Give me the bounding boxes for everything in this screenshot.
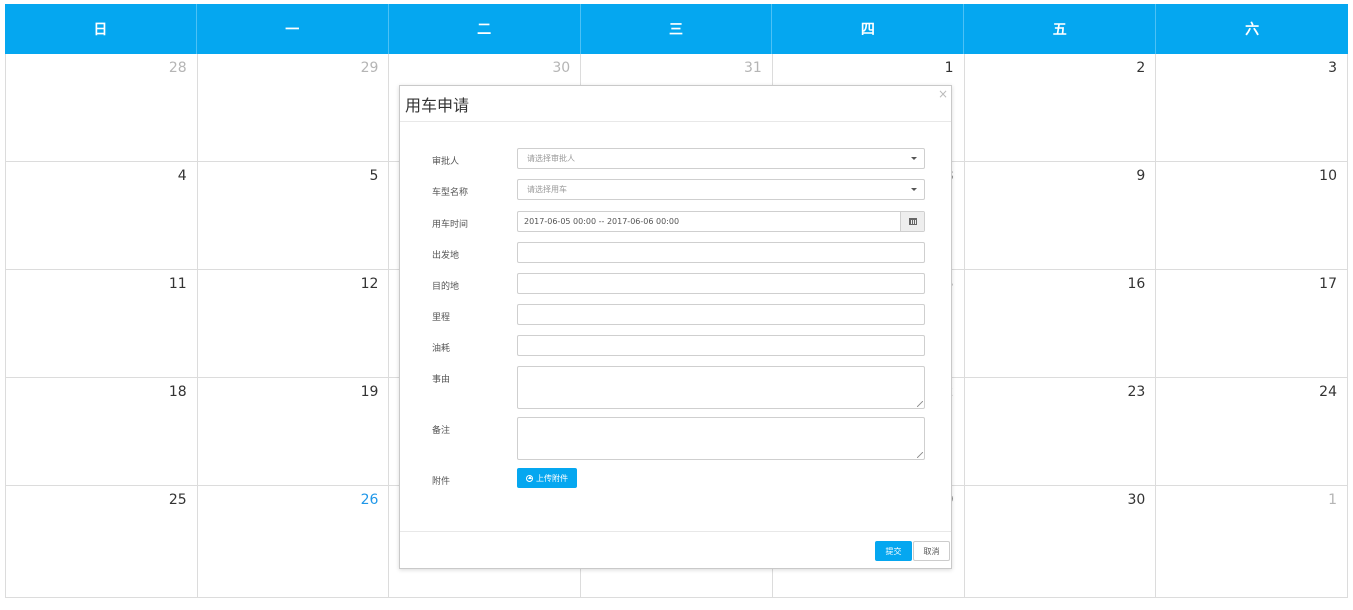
day-number: 12 [360, 276, 379, 292]
calendar-day-cell[interactable]: 4 [6, 162, 198, 270]
upload-attachment-button[interactable]: 上传附件 [517, 468, 577, 488]
mileage-label: 里程 [432, 313, 451, 323]
dialog-footer: 提交 取消 [400, 531, 951, 568]
remark-label: 备注 [432, 426, 451, 436]
day-number: 3 [1328, 60, 1337, 76]
attachment-label: 附件 [432, 477, 451, 487]
weekday-header: 四 [772, 4, 965, 54]
day-number: 1 [944, 60, 954, 76]
day-number: 10 [1319, 168, 1337, 184]
cancel-button[interactable]: 取消 [913, 541, 950, 561]
vehicle-select[interactable]: 请选择用车 [517, 179, 925, 200]
upload-icon [526, 474, 533, 482]
car-request-dialog: 用车申请 × 审批人 请选择审批人 车型名称 请选择用车 用车时间 2017-0… [399, 85, 952, 569]
mileage-input[interactable] [517, 304, 925, 325]
close-icon[interactable]: × [938, 87, 948, 101]
calendar-day-cell[interactable]: 30 [964, 486, 1157, 598]
time-label: 用车时间 [432, 220, 469, 230]
calendar-day-cell[interactable]: 23 [964, 378, 1157, 486]
day-number: 9 [1136, 168, 1146, 184]
vehicle-placeholder: 请选择用车 [527, 185, 567, 194]
day-number: 1 [1328, 492, 1337, 508]
calendar-day-cell[interactable]: 28 [6, 54, 198, 162]
calendar-day-cell[interactable]: 12 [197, 270, 390, 378]
day-number: 24 [1319, 384, 1337, 400]
destination-label: 目的地 [432, 282, 460, 292]
calendar-day-cell[interactable]: 24 [1156, 378, 1348, 486]
calendar-day-cell[interactable]: 26 [197, 486, 390, 598]
approver-select[interactable]: 请选择审批人 [517, 148, 925, 169]
day-number: 5 [369, 168, 379, 184]
day-number: 4 [177, 168, 187, 184]
approver-label: 审批人 [432, 157, 460, 167]
day-number: 29 [360, 60, 379, 76]
dialog-title: 用车申请 [405, 96, 470, 115]
calendar-icon [908, 218, 917, 225]
day-number: 11 [168, 276, 187, 292]
calendar-day-cell[interactable]: 25 [6, 486, 198, 598]
weekday-header: 一 [197, 4, 389, 54]
day-number: 30 [1127, 492, 1146, 508]
time-range-input[interactable]: 2017-06-05 00:00 -- 2017-06-06 00:00 [517, 211, 925, 232]
fuel-label: 油耗 [432, 344, 451, 354]
approver-placeholder: 请选择审批人 [527, 154, 575, 163]
calendar-day-cell[interactable]: 9 [964, 162, 1157, 270]
calendar-day-cell[interactable]: 17 [1156, 270, 1348, 378]
day-number: 18 [168, 384, 187, 400]
calendar-day-cell[interactable]: 11 [6, 270, 198, 378]
dialog-header: 用车申请 × [400, 86, 951, 122]
day-number: 16 [1127, 276, 1146, 292]
destination-input[interactable] [517, 273, 925, 294]
day-number: 26 [360, 492, 379, 508]
weekday-header: 五 [964, 4, 1157, 54]
time-range-value: 2017-06-05 00:00 -- 2017-06-06 00:00 [524, 217, 680, 226]
remark-textarea[interactable] [517, 417, 925, 460]
submit-button[interactable]: 提交 [875, 541, 912, 561]
fuel-input[interactable] [517, 335, 925, 356]
reason-textarea[interactable] [517, 366, 925, 409]
calendar-day-cell[interactable]: 5 [197, 162, 390, 270]
resize-handle-icon[interactable] [917, 452, 923, 458]
day-number: 30 [552, 60, 571, 76]
calendar-day-cell[interactable]: 3 [1156, 54, 1348, 162]
weekday-header: 二 [389, 4, 581, 54]
caret-down-icon [911, 157, 917, 160]
day-number: 19 [360, 384, 379, 400]
day-number: 2 [1136, 60, 1146, 76]
calendar-day-cell[interactable]: 1 [1156, 486, 1348, 598]
day-number: 23 [1127, 384, 1146, 400]
calendar-day-cell[interactable]: 29 [197, 54, 390, 162]
calendar-day-cell[interactable]: 18 [6, 378, 198, 486]
day-number: 25 [168, 492, 187, 508]
day-number: 17 [1319, 276, 1337, 292]
reason-label: 事由 [432, 375, 451, 385]
weekday-header: 日 [5, 4, 197, 54]
day-number: 31 [744, 60, 762, 76]
calendar-day-cell[interactable]: 16 [964, 270, 1157, 378]
calendar-day-cell[interactable]: 19 [197, 378, 390, 486]
upload-label: 上传附件 [536, 473, 568, 483]
day-number: 28 [168, 60, 187, 76]
calendar-day-cell[interactable]: 10 [1156, 162, 1348, 270]
vehicle-label: 车型名称 [432, 188, 469, 198]
resize-handle-icon[interactable] [917, 401, 923, 407]
departure-label: 出发地 [432, 251, 460, 261]
departure-input[interactable] [517, 242, 925, 263]
calendar-button[interactable] [900, 212, 924, 231]
calendar-weekday-header: 日一二三四五 六 [5, 4, 1348, 54]
caret-down-icon [911, 188, 917, 191]
calendar-day-cell[interactable]: 2 [964, 54, 1157, 162]
weekday-header: 三 [581, 4, 773, 54]
weekday-header: 六 [1245, 22, 1260, 38]
